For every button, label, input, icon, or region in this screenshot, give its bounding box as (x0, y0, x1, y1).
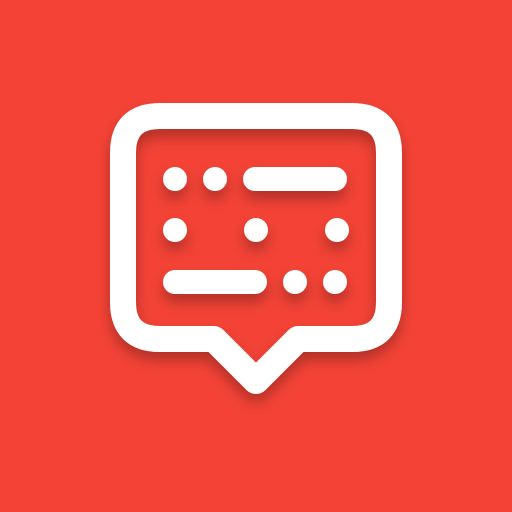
morse-dot (323, 270, 347, 294)
morse-code-chat-icon (0, 0, 512, 512)
icon-background (0, 0, 512, 512)
morse-dot (163, 167, 187, 191)
morse-dot (203, 167, 227, 191)
morse-dot (283, 270, 307, 294)
morse-dot (163, 218, 187, 242)
morse-dot (244, 218, 268, 242)
morse-dot (325, 218, 349, 242)
app-icon (0, 0, 512, 512)
